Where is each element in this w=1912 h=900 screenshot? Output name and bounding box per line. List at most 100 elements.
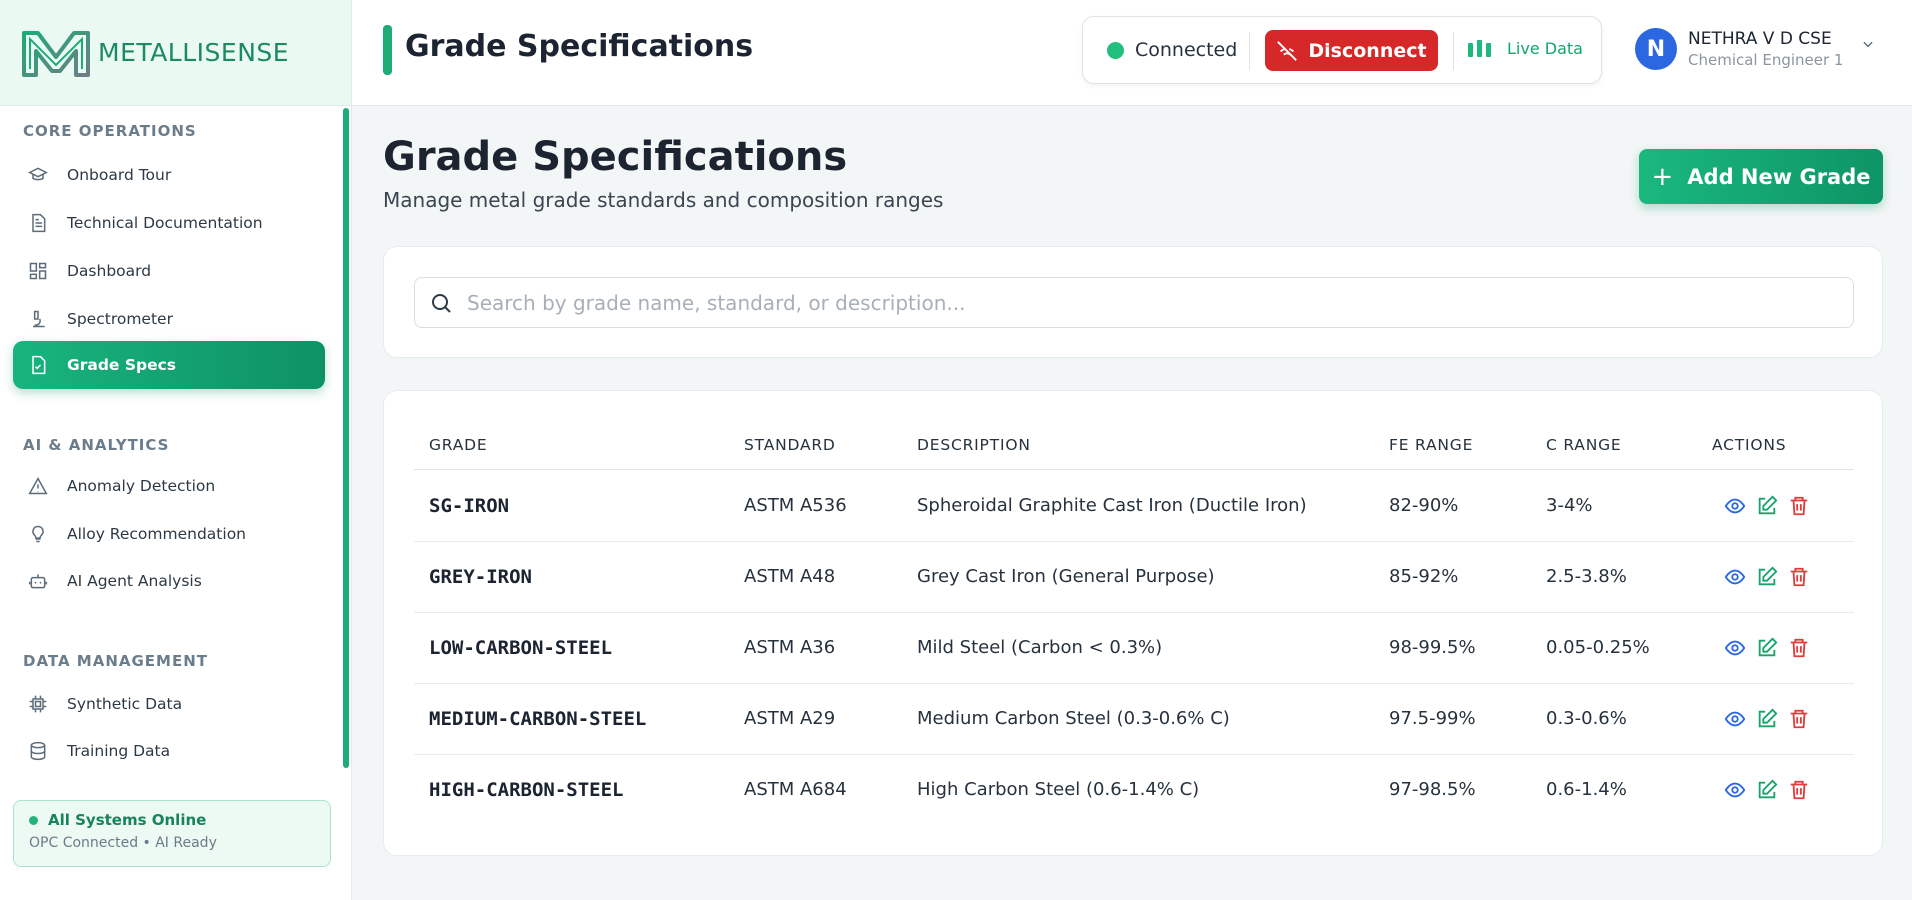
user-menu[interactable]: N NETHRA V D CSE Chemical Engineer 1 xyxy=(1635,28,1875,70)
add-new-grade-button[interactable]: + Add New Grade xyxy=(1639,149,1883,204)
sidebar-item-technical-documentation[interactable]: Technical Documentation xyxy=(13,199,325,247)
sidebar-item-training-data[interactable]: Training Data xyxy=(13,727,325,775)
delete-trash-icon[interactable] xyxy=(1786,777,1812,803)
delete-trash-icon[interactable] xyxy=(1786,564,1812,590)
connection-status-text: Connected xyxy=(1135,39,1238,61)
table-row[interactable]: GREY-IRON ASTM A48 Grey Cast Iron (Gener… xyxy=(414,542,1854,613)
column-header-c-range[interactable]: C RANGE xyxy=(1546,436,1622,454)
sidebar-item-label: Anomaly Detection xyxy=(67,477,216,495)
sidebar-item-anomaly-detection[interactable]: Anomaly Detection xyxy=(13,462,325,510)
search-box[interactable] xyxy=(414,277,1854,328)
c-range: 0.3-0.6% xyxy=(1546,708,1627,729)
plus-icon: + xyxy=(1651,161,1674,192)
view-eye-icon[interactable] xyxy=(1722,706,1748,732)
lightbulb-icon xyxy=(27,523,49,545)
chevron-down-icon[interactable] xyxy=(1861,36,1875,55)
sidebar-item-label: Spectrometer xyxy=(67,310,173,328)
graduation-cap-icon xyxy=(27,164,49,186)
brand[interactable]: METALLISENSE xyxy=(0,0,351,106)
sidebar-item-grade-specs[interactable]: Grade Specs xyxy=(13,341,325,389)
grade-name: LOW-CARBON-STEEL xyxy=(429,637,613,659)
sidebar-item-ai-agent-analysis[interactable]: AI Agent Analysis xyxy=(13,557,325,605)
row-actions xyxy=(1722,564,1818,590)
brand-name: METALLISENSE xyxy=(98,38,290,67)
edit-icon[interactable] xyxy=(1754,777,1780,803)
row-actions xyxy=(1722,635,1818,661)
fe-range: 97.5-99% xyxy=(1389,708,1476,729)
section-title-data-management: DATA MANAGEMENT xyxy=(23,652,209,670)
warning-triangle-icon xyxy=(27,475,49,497)
c-range: 2.5-3.8% xyxy=(1546,566,1627,587)
view-eye-icon[interactable] xyxy=(1722,493,1748,519)
user-name: NETHRA V D CSE xyxy=(1688,29,1832,49)
delete-trash-icon[interactable] xyxy=(1786,493,1812,519)
sidebar-item-synthetic-data[interactable]: Synthetic Data xyxy=(13,680,325,728)
grades-table: GRADE STANDARD DESCRIPTION FE RANGE C RA… xyxy=(383,390,1883,856)
sidebar-item-label: Training Data xyxy=(67,742,171,760)
grade-name: MEDIUM-CARBON-STEEL xyxy=(429,708,647,730)
sidebar-item-label: Alloy Recommendation xyxy=(67,525,246,543)
table-header: GRADE STANDARD DESCRIPTION FE RANGE C RA… xyxy=(414,434,1854,470)
sidebar-scrollbar[interactable] xyxy=(343,108,349,768)
sidebar-item-onboard-tour[interactable]: Onboard Tour xyxy=(13,151,325,199)
microscope-icon xyxy=(27,308,49,330)
metallisense-logo-icon xyxy=(22,30,90,77)
edit-icon[interactable] xyxy=(1754,493,1780,519)
grade-standard: ASTM A48 xyxy=(744,566,836,587)
sidebar: METALLISENSE CORE OPERATIONS Onboard Tou… xyxy=(0,0,352,900)
grade-description: Grey Cast Iron (General Purpose) xyxy=(917,566,1215,587)
sidebar-item-label: Technical Documentation xyxy=(67,214,263,232)
edit-icon[interactable] xyxy=(1754,564,1780,590)
sidebar-item-label: Grade Specs xyxy=(67,356,177,374)
delete-trash-icon[interactable] xyxy=(1786,635,1812,661)
delete-trash-icon[interactable] xyxy=(1786,706,1812,732)
document-icon xyxy=(27,212,49,234)
dashboard-icon xyxy=(27,260,49,282)
sidebar-item-dashboard[interactable]: Dashboard xyxy=(13,247,325,295)
table-row[interactable]: HIGH-CARBON-STEEL ASTM A684 High Carbon … xyxy=(414,755,1854,826)
robot-icon xyxy=(27,570,49,592)
divider xyxy=(1249,32,1250,70)
c-range: 0.05-0.25% xyxy=(1546,637,1650,658)
sidebar-item-label: Onboard Tour xyxy=(67,166,172,184)
add-new-grade-label: Add New Grade xyxy=(1687,164,1871,189)
view-eye-icon[interactable] xyxy=(1722,777,1748,803)
grade-standard: ASTM A36 xyxy=(744,637,836,658)
disconnect-button[interactable]: Disconnect xyxy=(1265,30,1438,71)
title-accent-bar xyxy=(383,25,392,75)
column-header-actions: ACTIONS xyxy=(1712,436,1787,454)
column-header-grade[interactable]: GRADE xyxy=(429,436,488,454)
search-icon xyxy=(429,291,453,315)
grade-description: High Carbon Steel (0.6-1.4% C) xyxy=(917,779,1200,800)
edit-icon[interactable] xyxy=(1754,706,1780,732)
sidebar-item-alloy-recommendation[interactable]: Alloy Recommendation xyxy=(13,510,325,558)
system-status-title: All Systems Online xyxy=(48,811,207,829)
column-header-standard[interactable]: STANDARD xyxy=(744,436,836,454)
grade-standard: ASTM A29 xyxy=(744,708,836,729)
view-eye-icon[interactable] xyxy=(1722,635,1748,661)
table-row[interactable]: MEDIUM-CARBON-STEEL ASTM A29 Medium Carb… xyxy=(414,684,1854,755)
sidebar-item-label: Synthetic Data xyxy=(67,695,183,713)
sidebar-item-label: AI Agent Analysis xyxy=(67,572,202,590)
sidebar-item-spectrometer[interactable]: Spectrometer xyxy=(13,295,325,343)
edit-icon[interactable] xyxy=(1754,635,1780,661)
grade-name: SG-IRON xyxy=(429,495,510,517)
top-header: Grade Specifications Connected Disconnec… xyxy=(352,0,1912,106)
column-header-description[interactable]: DESCRIPTION xyxy=(917,436,1031,454)
sidebar-item-label: Dashboard xyxy=(67,262,152,280)
live-data-label: Live Data xyxy=(1507,39,1583,58)
table-row[interactable]: LOW-CARBON-STEEL ASTM A36 Mild Steel (Ca… xyxy=(414,613,1854,684)
column-header-fe-range[interactable]: FE RANGE xyxy=(1389,436,1473,454)
search-input[interactable] xyxy=(467,290,1817,315)
view-eye-icon[interactable] xyxy=(1722,564,1748,590)
search-card xyxy=(383,246,1883,358)
section-title-ai-analytics: AI & ANALYTICS xyxy=(23,436,170,454)
cpu-chip-icon xyxy=(27,693,49,715)
page-title: Grade Specifications xyxy=(383,134,848,180)
table-row[interactable]: SG-IRON ASTM A536 Spheroidal Graphite Ca… xyxy=(414,471,1854,542)
connection-status-dot xyxy=(1107,42,1124,59)
divider xyxy=(1453,32,1454,70)
sidebar-nav: CORE OPERATIONS Onboard Tour Technical D… xyxy=(0,106,352,776)
c-range: 3-4% xyxy=(1546,495,1593,516)
grade-name: GREY-IRON xyxy=(429,566,532,588)
